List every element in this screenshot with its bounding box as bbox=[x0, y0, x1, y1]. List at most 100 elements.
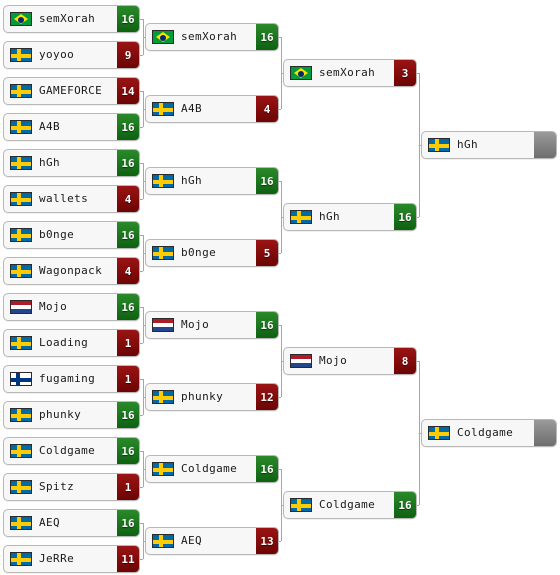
match-slot[interactable]: Coldgame 16 bbox=[283, 491, 417, 519]
score-badge: 1 bbox=[117, 366, 139, 392]
match-slot[interactable]: semXorah 16 bbox=[3, 5, 140, 33]
player-name: GAMEFORCE bbox=[39, 84, 103, 97]
player-name: Mojo bbox=[39, 300, 68, 313]
flag-icon-se bbox=[152, 462, 174, 476]
player-name: A4B bbox=[181, 102, 203, 115]
match-slot[interactable]: Wagonpack 4 bbox=[3, 257, 140, 285]
player-name: phunky bbox=[181, 390, 224, 403]
score-badge: 3 bbox=[394, 60, 416, 86]
flag-icon-se bbox=[10, 408, 32, 422]
flag-icon-se bbox=[290, 498, 312, 512]
player-name: hGh bbox=[181, 174, 203, 187]
bracket-connector-line bbox=[140, 415, 143, 416]
match-slot[interactable]: A4B 16 bbox=[3, 113, 140, 141]
match-slot[interactable]: semXorah 3 bbox=[283, 59, 417, 87]
match-slot[interactable]: hGh 16 bbox=[3, 149, 140, 177]
match-slot[interactable]: AEQ 16 bbox=[3, 509, 140, 537]
match-slot[interactable]: fugaming 1 bbox=[3, 365, 140, 393]
bracket-connector-line bbox=[279, 397, 281, 398]
flag-icon-se bbox=[428, 426, 450, 440]
match-slot[interactable]: b0nge 16 bbox=[3, 221, 140, 249]
player-name: fugaming bbox=[39, 372, 96, 385]
score-badge: 5 bbox=[256, 240, 278, 266]
score-badge: 16 bbox=[117, 402, 139, 428]
match-slot[interactable]: Mojo 16 bbox=[145, 311, 279, 339]
score-badge: 16 bbox=[117, 438, 139, 464]
flag-icon-se bbox=[152, 102, 174, 116]
score-badge: 16 bbox=[256, 312, 278, 338]
match-slot[interactable]: Loading 1 bbox=[3, 329, 140, 357]
score-badge: 4 bbox=[256, 96, 278, 122]
bracket-connector-line bbox=[279, 541, 281, 542]
bracket-connector-line bbox=[140, 559, 143, 560]
match-slot[interactable]: Spitz 1 bbox=[3, 473, 140, 501]
flag-icon-se bbox=[10, 336, 32, 350]
player-name: Mojo bbox=[181, 318, 210, 331]
player-name: Loading bbox=[39, 336, 89, 349]
flag-icon-nl bbox=[10, 300, 32, 314]
match-slot[interactable]: Mojo 16 bbox=[3, 293, 140, 321]
player-name: Coldgame bbox=[181, 462, 238, 475]
player-name: Wagonpack bbox=[39, 264, 103, 277]
match-slot[interactable]: Coldgame bbox=[421, 419, 557, 447]
flag-icon-se bbox=[10, 264, 32, 278]
flag-icon-se bbox=[152, 390, 174, 404]
score-badge: 16 bbox=[394, 492, 416, 518]
bracket-connector-line bbox=[140, 487, 143, 488]
player-name: b0nge bbox=[181, 246, 217, 259]
match-slot[interactable]: Coldgame 16 bbox=[145, 455, 279, 483]
match-slot[interactable]: GAMEFORCE 14 bbox=[3, 77, 140, 105]
flag-icon-se bbox=[10, 552, 32, 566]
score-badge: 14 bbox=[117, 78, 139, 104]
score-badge: 8 bbox=[394, 348, 416, 374]
match-slot[interactable]: semXorah 16 bbox=[145, 23, 279, 51]
player-name: semXorah bbox=[181, 30, 238, 43]
player-name: Mojo bbox=[319, 354, 348, 367]
flag-icon-se bbox=[10, 480, 32, 494]
score-badge: 16 bbox=[117, 150, 139, 176]
score-badge: 9 bbox=[117, 42, 139, 68]
player-name: b0nge bbox=[39, 228, 75, 241]
flag-icon-se bbox=[152, 246, 174, 260]
match-slot[interactable]: hGh bbox=[421, 131, 557, 159]
score-badge: 1 bbox=[117, 474, 139, 500]
score-badge: 16 bbox=[394, 204, 416, 230]
flag-icon-nl bbox=[290, 354, 312, 368]
player-name: Coldgame bbox=[457, 426, 514, 439]
match-slot[interactable]: yoyoo 9 bbox=[3, 41, 140, 69]
score-badge: 16 bbox=[256, 168, 278, 194]
player-name: phunky bbox=[39, 408, 82, 421]
score-badge: 16 bbox=[117, 510, 139, 536]
match-slot[interactable]: phunky 12 bbox=[145, 383, 279, 411]
bracket-connector-line bbox=[140, 127, 143, 128]
bracket-connector-line bbox=[417, 217, 419, 218]
bracket-connector-line bbox=[140, 55, 143, 56]
score-badge: 16 bbox=[256, 24, 278, 50]
score-badge: 16 bbox=[256, 456, 278, 482]
player-name: semXorah bbox=[39, 12, 96, 25]
bracket-connector-line bbox=[140, 199, 143, 200]
match-slot[interactable]: Mojo 8 bbox=[283, 347, 417, 375]
player-name: semXorah bbox=[319, 66, 376, 79]
score-badge: 11 bbox=[117, 546, 139, 572]
flag-icon-se bbox=[290, 210, 312, 224]
match-slot[interactable]: phunky 16 bbox=[3, 401, 140, 429]
bracket-connector-line bbox=[279, 109, 281, 110]
score-badge: 12 bbox=[256, 384, 278, 410]
player-name: yoyoo bbox=[39, 48, 75, 61]
match-slot[interactable]: JeRRe 11 bbox=[3, 545, 140, 573]
flag-icon-se bbox=[10, 156, 32, 170]
match-slot[interactable]: A4B 4 bbox=[145, 95, 279, 123]
match-slot[interactable]: wallets 4 bbox=[3, 185, 140, 213]
flag-icon-nl bbox=[152, 318, 174, 332]
match-slot[interactable]: AEQ 13 bbox=[145, 527, 279, 555]
match-slot[interactable]: hGh 16 bbox=[283, 203, 417, 231]
match-slot[interactable]: hGh 16 bbox=[145, 167, 279, 195]
match-slot[interactable]: Coldgame 16 bbox=[3, 437, 140, 465]
score-badge bbox=[534, 132, 556, 158]
player-name: hGh bbox=[39, 156, 61, 169]
match-slot[interactable]: b0nge 5 bbox=[145, 239, 279, 267]
player-name: AEQ bbox=[181, 534, 203, 547]
player-name: wallets bbox=[39, 192, 89, 205]
player-name: A4B bbox=[39, 120, 61, 133]
